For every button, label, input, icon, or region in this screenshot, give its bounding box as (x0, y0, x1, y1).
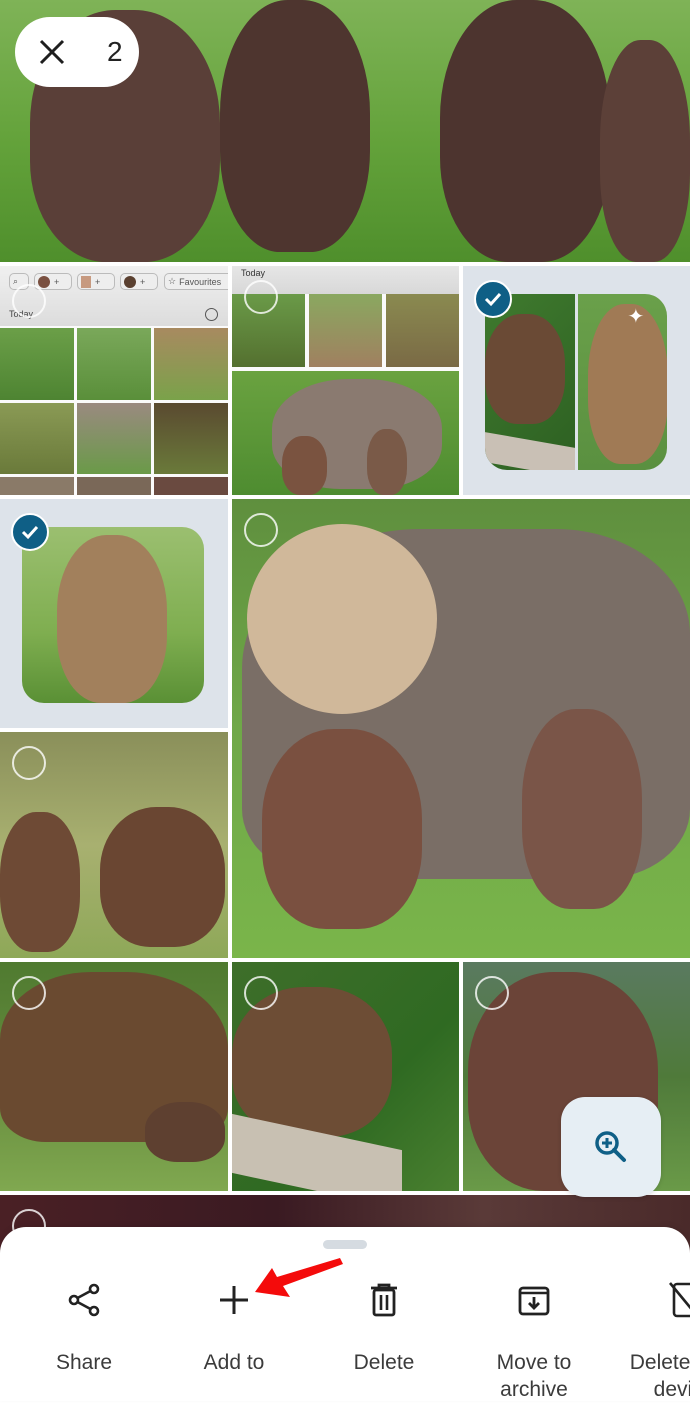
add-to-label: Add to (203, 1351, 265, 1374)
mini-photo (154, 402, 228, 474)
trash-icon (371, 1283, 397, 1317)
photo-app-screenshot-grid[interactable]: ⌕ + + + ☆ Favourites Today (0, 266, 228, 495)
selected-count: 2 (107, 36, 123, 67)
mini-photo (77, 328, 151, 400)
select-ring[interactable] (244, 976, 278, 1010)
select-ring[interactable] (244, 280, 278, 314)
archive-icon (518, 1286, 550, 1316)
delete-from-device-button[interactable]: Delete from device (619, 1277, 690, 1403)
photo-cubs-playing[interactable] (0, 732, 228, 958)
select-ring-mini (205, 308, 218, 321)
delete-from-device-label: Delete from device (629, 1351, 690, 1401)
select-ring[interactable] (12, 284, 46, 318)
selection-count-pill: 2 (15, 17, 139, 87)
mini-photo (0, 402, 74, 474)
mini-photo (0, 477, 74, 495)
select-ring[interactable] (12, 746, 46, 780)
photo-standing-cub[interactable] (0, 499, 228, 728)
move-to-archive-button[interactable]: Move to archive (469, 1277, 599, 1403)
move-to-archive-label: Move to archive (496, 1351, 572, 1401)
arrow-shape (255, 1258, 343, 1297)
share-icon (68, 1283, 100, 1317)
section-label: Today (241, 268, 266, 278)
mini-photo (309, 294, 382, 367)
photo-bear-collage[interactable]: ✦ (463, 266, 690, 495)
drag-handle[interactable] (323, 1240, 367, 1249)
mini-photo (77, 477, 151, 495)
select-ring[interactable] (12, 976, 46, 1010)
annotation-arrow (255, 1258, 343, 1297)
share-label: Share (55, 1351, 113, 1374)
plus-icon (220, 1286, 248, 1314)
bear-figure (0, 812, 80, 952)
photo-image (22, 527, 204, 703)
mini-photo (77, 402, 151, 474)
bear-figure (220, 0, 370, 252)
delete-label: Delete (353, 1351, 415, 1374)
favourites-chip: ☆ Favourites (164, 273, 228, 290)
select-ring[interactable] (244, 513, 278, 547)
mini-photo (0, 328, 74, 400)
photo-bear-on-rock[interactable] (232, 962, 459, 1191)
mini-photo (154, 328, 228, 400)
share-button[interactable]: Share (19, 1277, 149, 1376)
photo-app-screenshot-today[interactable]: Today (232, 266, 459, 495)
bear-figure (600, 40, 690, 262)
photo-bear-grazing-with-cub[interactable] (0, 962, 228, 1191)
sparkle-icon: ✦ (627, 306, 645, 328)
mini-photo (154, 477, 228, 495)
select-ring[interactable] (475, 976, 509, 1010)
zoom-in-icon (595, 1131, 626, 1162)
close-icon[interactable] (37, 37, 67, 67)
bear-figure (145, 1102, 225, 1162)
bear-figure (100, 807, 225, 947)
mini-photo (386, 294, 459, 367)
selected-check-icon[interactable] (11, 513, 49, 551)
photo-image: ✦ (485, 294, 667, 470)
bear-figure (440, 0, 610, 262)
person-chip: + (120, 273, 158, 290)
delete-device-icon (668, 1282, 690, 1318)
mini-photo (232, 371, 459, 495)
photo-mother-bear-with-cubs[interactable] (232, 499, 690, 958)
bear-figure (522, 709, 642, 909)
zoom-in-button[interactable] (561, 1097, 661, 1197)
bear-figure (247, 524, 437, 714)
bear-figure (262, 729, 422, 929)
person-chip: + (77, 273, 115, 290)
selected-check-icon[interactable] (474, 280, 512, 318)
